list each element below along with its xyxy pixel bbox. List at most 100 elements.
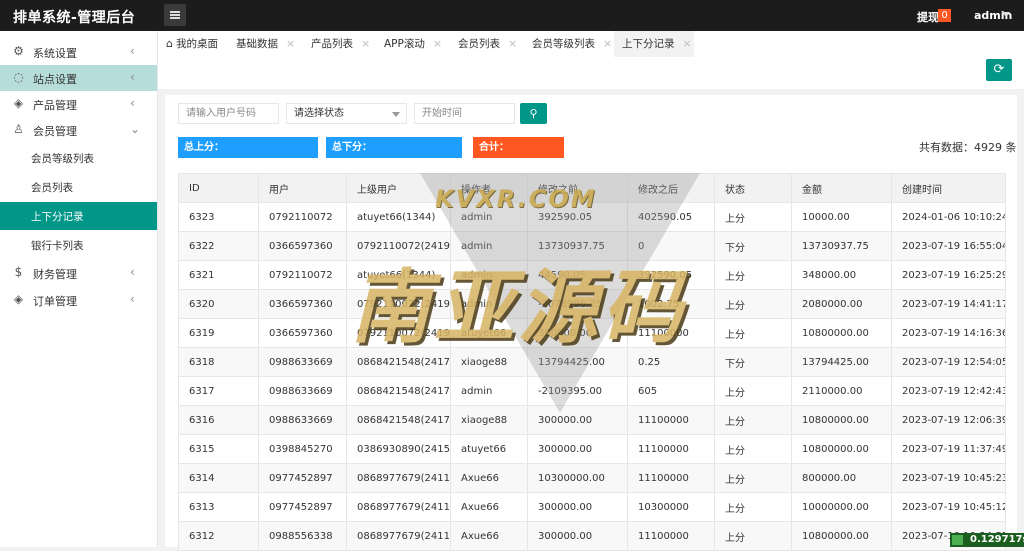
chevron-left-icon: ‹ — [130, 70, 135, 84]
table-cell: 0868977679(2411) — [346, 463, 451, 493]
table-row: 6313 0977452897 0868977679(2411) Axue66 3000… — [178, 492, 1006, 522]
sidebar-subitem-label: 银行卡列表 — [31, 240, 84, 252]
table-cell: 10000000.00 — [791, 492, 892, 522]
table-cell: 6315 — [178, 434, 259, 464]
tab-member-levels[interactable]: 会员等级列表 × — [524, 31, 614, 57]
table-cell: 0366597360 — [258, 289, 347, 319]
table-cell: 10800000.00 — [791, 434, 892, 464]
sidebar-subitem-member-levels[interactable]: 会员等级列表 — [0, 144, 157, 172]
chevron-left-icon: ‹ — [130, 44, 135, 58]
tab-app-scroll[interactable]: APP滚动 × — [376, 31, 450, 57]
table-cell: 上分 — [714, 463, 792, 493]
table-cell: 0988556338 — [258, 521, 347, 551]
tab-label: 产品列表 — [311, 38, 353, 50]
table-cell: 13730937.75 — [791, 231, 892, 261]
column-header: 用户 — [258, 173, 347, 203]
table-cell: 10000.00 — [791, 202, 892, 232]
menu-toggle-button[interactable] — [164, 4, 186, 26]
table-cell: 2023-07-19 11:37:49 — [891, 434, 1006, 464]
sidebar-subitem-member-list[interactable]: 会员列表 — [0, 173, 157, 201]
table-cell: 300000.00 — [527, 434, 628, 464]
app-title: 排单系统-管理后台 — [13, 10, 136, 26]
table-cell: 上分 — [714, 376, 792, 406]
search-icon: ⚲ — [529, 107, 538, 120]
table-cell: Axue66 — [450, 492, 528, 522]
sidebar-item-finance[interactable]: $ 财务管理 ‹ — [0, 260, 157, 286]
tab-product-list[interactable]: 产品列表 × — [303, 31, 375, 57]
table-cell: 上分 — [714, 434, 792, 464]
close-icon[interactable]: × — [433, 37, 442, 50]
table-cell: 6313 — [178, 492, 259, 522]
sidebar-item-label: 会员管理 — [33, 125, 77, 138]
tab-desktop[interactable]: ⌂ 我的桌面 — [158, 31, 228, 57]
close-icon[interactable]: × — [286, 37, 295, 50]
close-icon[interactable]: × — [361, 37, 370, 50]
sidebar-subitem-points-records[interactable]: 上下分记录 — [0, 202, 157, 230]
status-select[interactable]: 请选择状态 — [286, 103, 407, 124]
caret-down-icon[interactable] — [1002, 12, 1010, 17]
user-number-input[interactable]: 请输入用户号码 — [178, 103, 279, 124]
sidebar-item-product-management[interactable]: ◈ 产品管理 ‹ — [0, 91, 157, 117]
table-row: 6315 0398845270 0386930890(2415) atuyet66 30… — [178, 434, 1006, 464]
sidebar-item-system-settings[interactable]: ⚙ 系统设置 ‹ — [0, 39, 157, 65]
table-cell: 0398845270 — [258, 434, 347, 464]
home-icon: ⌂ — [166, 37, 173, 50]
close-icon[interactable]: × — [603, 37, 612, 50]
table-cell: 10300000.00 — [527, 463, 628, 493]
dollar-icon: $ — [14, 265, 23, 279]
table-cell: 13794425.00 — [791, 347, 892, 377]
sidebar-item-site-settings[interactable]: ◌ 站点设置 ‹ — [0, 65, 157, 91]
sidebar-subitem-label: 会员列表 — [31, 182, 73, 194]
close-icon[interactable]: × — [508, 37, 517, 50]
table-cell: 2023-07-19 12:06:39 — [891, 405, 1006, 435]
table-cell: 0977452897 — [258, 492, 347, 522]
tab-basic-data[interactable]: 基础数据 × — [228, 31, 300, 57]
table-cell: 6321 — [178, 260, 259, 290]
sidebar-subitem-bank-cards[interactable]: 银行卡列表 — [0, 231, 157, 259]
table-cell: 6314 — [178, 463, 259, 493]
user-icon: ♙ — [13, 122, 24, 136]
stat-sum: 合计：12900666416 — [473, 137, 564, 174]
table-cell: 2110000.00 — [791, 376, 892, 406]
stat-total-down: 总下分：4.0000017337514E+16 — [326, 137, 462, 174]
start-time-input[interactable]: 开始时间 — [414, 103, 515, 124]
table-cell: 2023-07-19 16:25:29 — [891, 260, 1006, 290]
close-icon[interactable]: × — [683, 37, 692, 50]
top-bar: 排单系统-管理后台 提现 0 admin — [0, 0, 1024, 31]
table-cell: 上分 — [714, 492, 792, 522]
gear-icon: ⚙ — [13, 44, 24, 58]
box-icon: ◈ — [13, 96, 24, 110]
tab-bar: ⌂ 我的桌面 基础数据 × 产品列表 × APP滚动 × 会员列表 × 会员等级列表 × 上… — [158, 31, 1024, 58]
table-cell: 10300000 — [627, 492, 715, 522]
withdraw-link[interactable]: 提现 — [917, 9, 939, 25]
table-cell: 2023-07-19 12:54:05 — [891, 347, 1006, 377]
tab-label: 基础数据 — [236, 38, 278, 50]
sidebar: ⚙ 系统设置 ‹ ◌ 站点设置 ‹ ◈ 产品管理 ‹ ♙ 会员管理 ⌄ 会员等级… — [0, 31, 158, 547]
sidebar-item-member-management[interactable]: ♙ 会员管理 ⌄ — [0, 117, 157, 143]
table-cell: 6319 — [178, 318, 259, 348]
tab-member-list[interactable]: 会员列表 × — [450, 31, 524, 57]
refresh-button[interactable]: ⟳ — [986, 59, 1012, 81]
table-cell: 2080000.00 — [791, 289, 892, 319]
caret-down-icon — [392, 112, 400, 117]
tab-label: 我的桌面 — [175, 38, 218, 50]
table-cell: 6322 — [178, 231, 259, 261]
sidebar-item-label: 财务管理 — [33, 268, 77, 281]
toolbar — [158, 57, 1024, 90]
table-cell: 11100000 — [627, 434, 715, 464]
hamburger-icon — [170, 11, 180, 19]
sidebar-item-label: 站点设置 — [33, 73, 77, 86]
sidebar-subitem-label: 上下分记录 — [31, 211, 84, 223]
sidebar-item-orders[interactable]: ◈ 订单管理 ‹ — [0, 287, 157, 313]
table-cell: 10800000.00 — [791, 318, 892, 348]
table-cell: 0988633669 — [258, 405, 347, 435]
table-cell: 6312 — [178, 521, 259, 551]
table-cell: 11100000 — [627, 521, 715, 551]
watermark-domain: KVXR.COM — [435, 185, 597, 213]
search-button[interactable]: ⚲ — [520, 103, 547, 124]
table-cell: 0792110072 — [258, 260, 347, 290]
table-cell: 上分 — [714, 318, 792, 348]
tab-label: APP滚动 — [384, 38, 425, 50]
tab-points-records[interactable]: 上下分记录 × — [614, 31, 694, 57]
table-cell: 10800000.00 — [791, 405, 892, 435]
